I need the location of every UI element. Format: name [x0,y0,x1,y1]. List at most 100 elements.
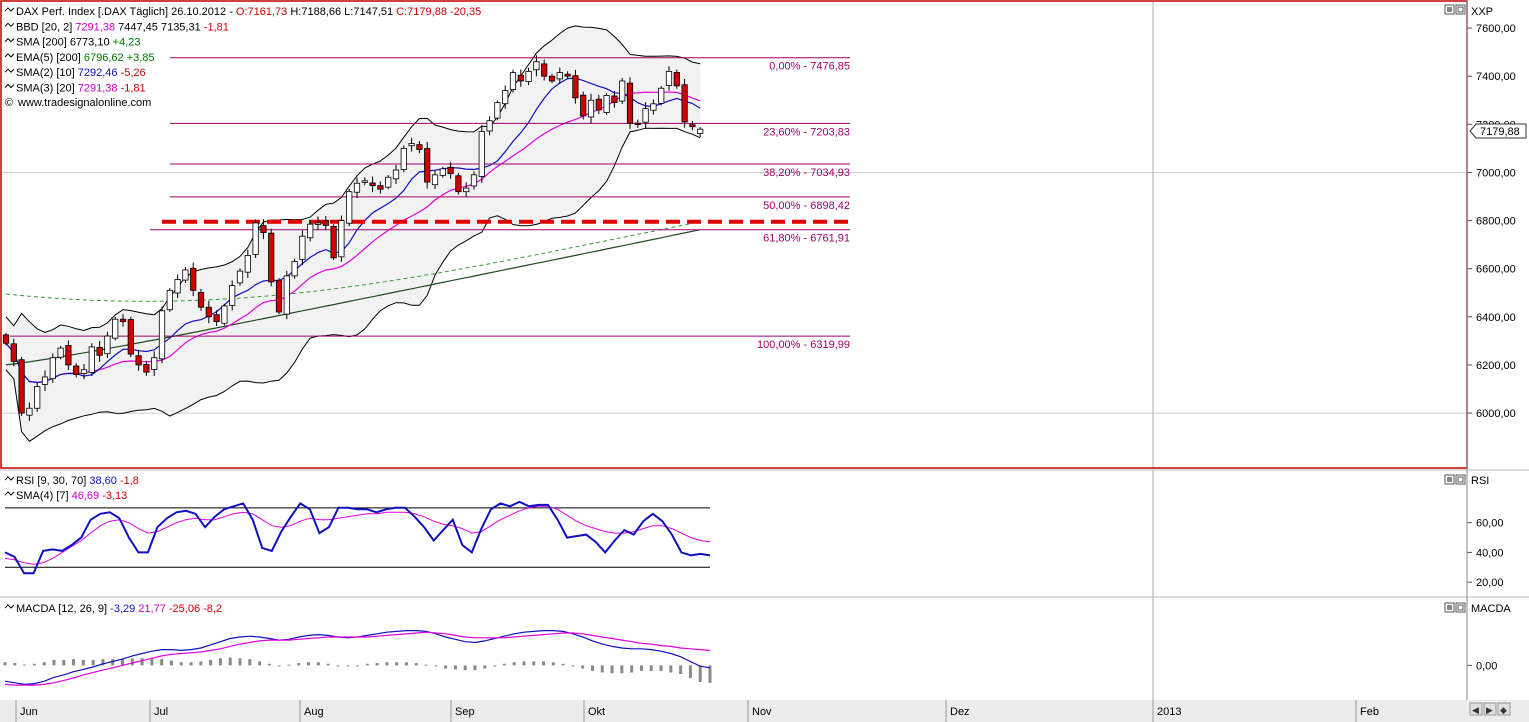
fib-level-label: 100,00% - 6319,99 [757,339,850,351]
maximize-icon[interactable] [1455,4,1466,15]
candle-body [314,222,322,225]
candle-body [166,289,173,311]
candle-body [260,225,267,233]
y-tick-label: 6200,00 [1476,360,1516,372]
candle-body [525,70,532,82]
x-tick-label: 2013 [1157,706,1181,718]
candle-body [447,166,454,175]
macd-histogram-bar [365,663,369,666]
candle-body [619,80,626,102]
macd-histogram-bar [23,664,27,666]
candle-body [291,261,298,277]
candle-body [174,279,181,294]
candle-body [689,124,696,128]
candle-body [236,270,244,284]
macd-histogram-bar [375,663,379,666]
candle-body [517,74,524,82]
candle-body [548,75,556,82]
macd-histogram-bar [267,663,271,666]
candle-body [65,345,72,366]
legend-value: 7291,38 [78,83,121,95]
macd-histogram-bar [336,665,340,667]
candle-body [96,347,103,356]
candle-body [658,87,665,104]
maximize-icon[interactable] [1455,474,1466,485]
fib-level-label: 50,00% - 6898,42 [763,200,850,212]
y-tick-label: 7600,00 [1476,23,1516,35]
macd-histogram-bar [522,661,526,666]
candle-body [330,226,337,259]
candle-body [494,102,501,119]
macd-histogram-bar [91,659,95,666]
macd-histogram-bar [444,665,448,669]
maximize-icon[interactable] [1455,602,1466,613]
candle-body [408,143,415,147]
legend-value: -1,8 [120,475,139,487]
macd-axis-title: MACDA [1471,603,1511,615]
macd-histogram-bar [561,663,565,666]
legend-line: SMA(2) [10] 7292,46 -5,26 [16,67,146,79]
candle-body [377,185,384,190]
candle-body [57,347,64,358]
candle-body [697,128,704,134]
candle-body [587,99,595,118]
candle-body [509,72,517,90]
y-tick-label: 7000,00 [1476,167,1516,179]
y-tick-label: 6400,00 [1476,312,1516,324]
legend-value: 7447,45 7135,31 [118,21,204,33]
macd-histogram-bar [179,662,183,666]
legend-label: SMA(2) [10] [16,67,78,79]
macd-histogram-bar [32,663,36,666]
macd-histogram-bar [238,658,242,666]
legend-line: SMA [200] 6773,10 +4,23 [16,37,140,49]
candle-body [361,180,368,183]
candle-body [112,318,119,339]
macd-histogram-bar [248,659,252,666]
main-axis-title: XXP [1471,6,1493,18]
legend-line: EMA(5) [200] 6796,62 +3,85 [16,52,155,64]
macd-histogram-bar [209,659,213,666]
legend-label: SMA(4) [7] [16,490,72,502]
candle-body [416,144,423,150]
macd-legend: MACDA [12, 26, 9] -3,29 21,77 -25,06 -8,… [4,603,222,615]
macd-histogram-bar [512,662,516,666]
source-label: www.tradesignalonline.com [17,97,151,109]
candle-body [673,72,680,87]
macd-histogram-bar [659,665,663,671]
macd-histogram-bar [698,665,702,682]
dax-chart: 0,00% - 7476,85 23,60% - 7203,83 38,20% - … [0,0,1529,722]
macd-histogram-bar [688,665,692,679]
legend-value: 7292,46 [78,67,121,79]
legend-label: DAX Perf. Index [.DAX Täglich] 26.10.201… [16,6,236,18]
x-tick-label: Okt [588,706,605,718]
candle-body [502,90,509,105]
candle-body [478,131,485,177]
macd-histogram-bar [424,664,428,666]
legend-line: MACDA [12, 26, 9] -3,29 21,77 -25,06 -8,… [16,603,222,615]
macd-histogram-bar [346,665,350,667]
candle-body [244,255,251,273]
macd-histogram-bar [297,663,301,666]
macd-histogram-bar [551,662,555,666]
x-tick-label: Feb [1360,706,1379,718]
legend-label: RSI [9, 30, 70] [16,475,89,487]
candle-body [127,319,134,355]
macd-histogram-bar [493,665,497,667]
candle-body [73,365,80,375]
candle-body [41,376,49,385]
candle-body [626,82,634,124]
candle-body [10,343,17,362]
y-tick-label: 20,00 [1476,577,1504,589]
macd-histogram-bar [218,658,222,666]
macd-histogram-bar [42,662,46,666]
legend-value: O:7161,73 [236,6,290,18]
macd-histogram-bar [277,665,281,667]
macd-histogram-bar [316,662,320,666]
legend-value: -25,06 -8,2 [169,603,222,615]
macd-histogram-bar [571,665,575,667]
legend-value: -3,29 [110,603,138,615]
legend-value: 6773,10 [70,37,113,49]
candle-body [353,182,361,193]
copyright-icon: © [5,97,13,109]
scroll-buttons[interactable]: ◀ ▶ ◆ [1469,702,1511,716]
